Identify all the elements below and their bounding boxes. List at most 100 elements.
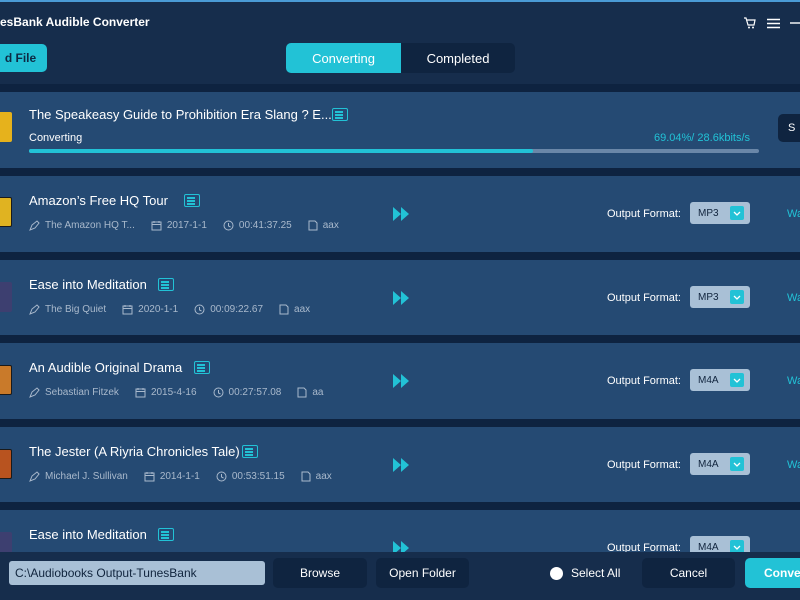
item-status: Wa bbox=[787, 375, 800, 387]
list-item[interactable]: Amazon’s Free HQ Tour The Amazon HQ T...… bbox=[0, 176, 800, 252]
conversion-status: Converting bbox=[29, 132, 83, 144]
book-author: Michael J. Sullivan bbox=[45, 471, 128, 482]
output-path-input[interactable] bbox=[9, 561, 265, 585]
file-icon bbox=[301, 471, 311, 482]
minimize-icon[interactable] bbox=[790, 16, 800, 30]
app-window: esBank Audible Converter d File Converti… bbox=[0, 0, 800, 600]
menu-icon[interactable] bbox=[766, 16, 780, 30]
author-icon bbox=[29, 387, 40, 398]
info-icon[interactable] bbox=[242, 445, 258, 458]
book-cover bbox=[0, 365, 12, 395]
play-icon[interactable] bbox=[393, 207, 411, 221]
book-author: Sebastian Fitzek bbox=[45, 387, 119, 398]
play-icon[interactable] bbox=[393, 291, 411, 305]
list-item[interactable]: Ease into Meditation Output Format: M4A bbox=[0, 510, 800, 552]
file-icon bbox=[308, 220, 318, 231]
book-duration: 00:09:22.67 bbox=[210, 304, 264, 315]
convert-button[interactable]: Conver bbox=[745, 558, 800, 588]
book-date: 2015-4-16 bbox=[150, 387, 197, 398]
progress-bar bbox=[29, 149, 759, 153]
item-status: Wa bbox=[787, 292, 800, 304]
book-meta: Sebastian Fitzek 2015-4-16 00:27:57.08 a… bbox=[29, 387, 339, 398]
output-format-label: Output Format: bbox=[607, 292, 681, 304]
book-format: aax bbox=[322, 220, 339, 231]
book-format: aax bbox=[294, 304, 311, 315]
add-file-button[interactable]: d File bbox=[0, 44, 47, 72]
list-item[interactable]: The Jester (A Riyria Chronicles Tale) Mi… bbox=[0, 427, 800, 502]
app-title: esBank Audible Converter bbox=[0, 15, 150, 29]
tab-converting[interactable]: Converting bbox=[286, 43, 401, 73]
calendar-icon bbox=[144, 472, 155, 482]
book-title: Ease into Meditation bbox=[29, 527, 147, 542]
book-date: 2020-1-1 bbox=[138, 304, 179, 315]
author-icon bbox=[29, 220, 40, 231]
book-cover bbox=[0, 532, 12, 552]
book-cover bbox=[0, 282, 12, 312]
cart-icon[interactable] bbox=[742, 16, 756, 30]
book-duration: 00:27:57.08 bbox=[228, 387, 282, 398]
clock-icon bbox=[213, 387, 224, 398]
output-format-select[interactable]: M4A bbox=[690, 369, 750, 391]
book-title: An Audible Original Drama bbox=[29, 360, 183, 375]
conversion-speed: 69.04%/ 28.6kbits/s bbox=[654, 132, 751, 144]
book-cover bbox=[0, 449, 12, 479]
author-icon bbox=[29, 471, 40, 482]
info-icon[interactable] bbox=[194, 361, 210, 374]
clock-icon bbox=[216, 471, 227, 482]
author-icon bbox=[29, 304, 40, 315]
tab-completed[interactable]: Completed bbox=[401, 43, 515, 73]
clock-icon bbox=[194, 304, 205, 315]
open-folder-button[interactable]: Open Folder bbox=[376, 558, 469, 588]
book-duration: 00:41:37.25 bbox=[238, 220, 292, 231]
info-icon[interactable] bbox=[184, 194, 200, 207]
book-format: aa bbox=[312, 387, 324, 398]
stop-button[interactable]: S bbox=[778, 114, 800, 142]
play-icon[interactable] bbox=[393, 458, 411, 472]
book-duration: 00:53:51.15 bbox=[231, 471, 285, 482]
select-all-label[interactable]: Select All bbox=[571, 566, 620, 580]
item-status: Wa bbox=[787, 459, 800, 471]
chevron-down-icon bbox=[730, 373, 744, 387]
book-title: Amazon’s Free HQ Tour bbox=[29, 193, 168, 208]
bottom-bar: Browse Open Folder Select All Cancel Con… bbox=[0, 552, 800, 600]
info-icon[interactable] bbox=[158, 278, 174, 291]
chevron-down-icon bbox=[730, 457, 744, 471]
info-icon[interactable] bbox=[332, 108, 348, 121]
output-format-select[interactable]: M4A bbox=[690, 453, 750, 475]
list-item[interactable]: Ease into Meditation The Big Quiet 2020-… bbox=[0, 260, 800, 335]
output-format-select[interactable]: MP3 bbox=[690, 202, 750, 224]
output-format-label: Output Format: bbox=[607, 208, 681, 220]
chevron-down-icon bbox=[730, 290, 744, 304]
output-format-select[interactable]: M4A bbox=[690, 536, 750, 552]
clock-icon bbox=[223, 220, 234, 231]
tab-bar: Converting Completed bbox=[286, 43, 515, 73]
file-icon bbox=[279, 304, 289, 315]
book-title: Ease into Meditation bbox=[29, 277, 147, 292]
output-format-label: Output Format: bbox=[607, 459, 681, 471]
converting-row: The Speakeasy Guide to Prohibition Era S… bbox=[0, 92, 800, 168]
file-icon bbox=[297, 387, 307, 398]
list-item[interactable]: An Audible Original Drama Sebastian Fitz… bbox=[0, 343, 800, 419]
book-author: The Amazon HQ T... bbox=[45, 220, 135, 231]
output-format-select[interactable]: MP3 bbox=[690, 286, 750, 308]
cancel-button[interactable]: Cancel bbox=[642, 558, 735, 588]
book-author: The Big Quiet bbox=[45, 304, 107, 315]
play-icon[interactable] bbox=[393, 374, 411, 388]
chevron-down-icon bbox=[730, 540, 744, 552]
book-date: 2017-1-1 bbox=[166, 220, 207, 231]
calendar-icon bbox=[151, 221, 162, 231]
info-icon[interactable] bbox=[158, 528, 174, 541]
book-cover bbox=[0, 112, 12, 142]
play-icon[interactable] bbox=[393, 541, 411, 552]
progress-fill bbox=[29, 149, 533, 153]
item-status: Wa bbox=[787, 208, 800, 220]
book-format: aax bbox=[315, 471, 332, 482]
book-meta: The Amazon HQ T... 2017-1-1 00:41:37.25 … bbox=[29, 220, 355, 231]
book-title: The Speakeasy Guide to Prohibition Era S… bbox=[29, 107, 332, 122]
book-title: The Jester (A Riyria Chronicles Tale) bbox=[29, 444, 240, 459]
book-meta: The Big Quiet 2020-1-1 00:09:22.67 aax bbox=[29, 304, 326, 315]
select-all-radio[interactable] bbox=[550, 567, 563, 580]
title-bar: esBank Audible Converter bbox=[0, 4, 800, 38]
chevron-down-icon bbox=[730, 206, 744, 220]
browse-button[interactable]: Browse bbox=[273, 558, 367, 588]
